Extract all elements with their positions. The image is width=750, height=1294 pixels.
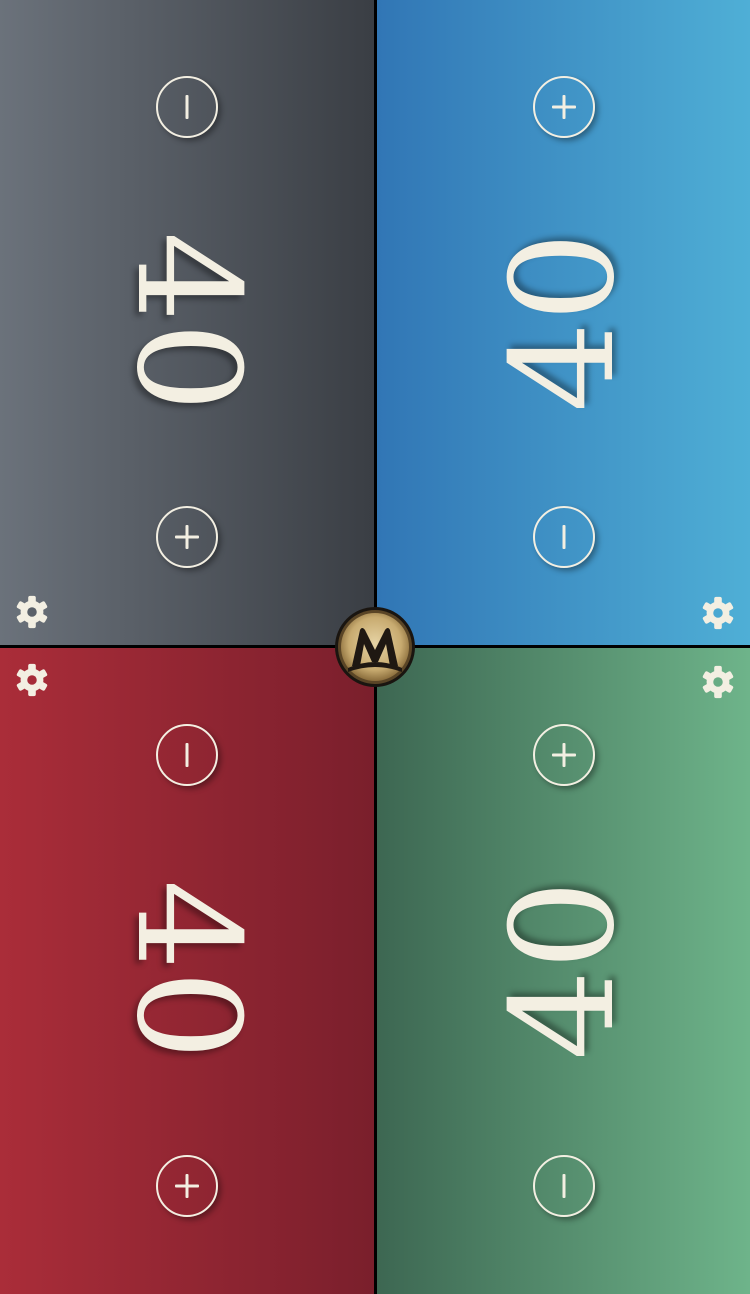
minus-icon (185, 95, 189, 119)
decrement-button[interactable] (533, 1155, 595, 1217)
life-counter-board: 40 40 40 40 (0, 0, 750, 1294)
gear-icon[interactable] (699, 594, 737, 632)
decrement-button[interactable] (156, 724, 218, 786)
player-panel-top-left: 40 (0, 0, 374, 645)
gear-icon[interactable] (13, 661, 51, 699)
life-total[interactable]: 40 (481, 232, 646, 413)
plus-icon (175, 525, 199, 549)
player-panel-bottom-left: 40 (0, 648, 374, 1294)
player-panel-bottom-right: 40 (377, 648, 750, 1294)
increment-button[interactable] (156, 1155, 218, 1217)
minus-icon (185, 743, 189, 767)
decrement-button[interactable] (156, 76, 218, 138)
gear-icon[interactable] (13, 593, 51, 631)
life-total[interactable]: 40 (105, 880, 270, 1061)
plus-icon (552, 743, 576, 767)
life-total[interactable]: 40 (481, 880, 646, 1061)
increment-button[interactable] (156, 506, 218, 568)
increment-button[interactable] (533, 724, 595, 786)
decrement-button[interactable] (533, 506, 595, 568)
plus-icon (552, 95, 576, 119)
gear-icon[interactable] (699, 663, 737, 701)
minus-icon (562, 1174, 566, 1198)
player-panel-top-right: 40 (377, 0, 750, 645)
increment-button[interactable] (533, 76, 595, 138)
plus-icon (175, 1174, 199, 1198)
planeswalker-logo-icon[interactable] (334, 606, 416, 688)
life-total[interactable]: 40 (105, 232, 270, 413)
minus-icon (562, 525, 566, 549)
